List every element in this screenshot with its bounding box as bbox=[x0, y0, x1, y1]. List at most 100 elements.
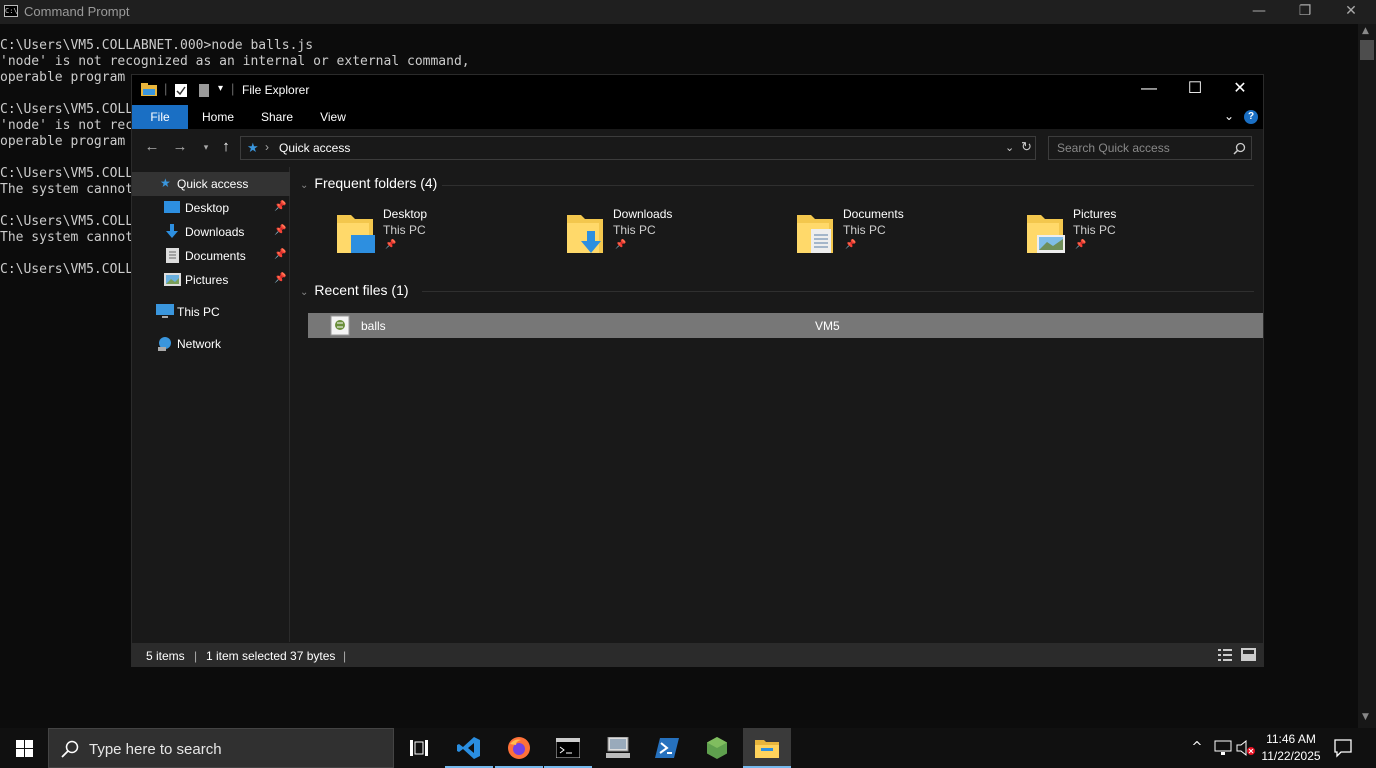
back-arrow-icon[interactable]: ← bbox=[142, 137, 162, 157]
terminal-icon bbox=[556, 738, 580, 758]
folder-name: Documents bbox=[843, 207, 904, 221]
tab-share[interactable]: Share bbox=[250, 105, 304, 129]
taskbar-app-vs-code[interactable] bbox=[445, 728, 493, 768]
computer-icon bbox=[156, 304, 174, 318]
folder-tile-downloads[interactable]: Downloads This PC 📌 bbox=[565, 207, 775, 259]
task-view-icon bbox=[410, 740, 428, 756]
recent-file-row-balls[interactable]: balls VM5 bbox=[308, 313, 1263, 338]
js-file-icon bbox=[330, 315, 350, 336]
cmd-minimize-button[interactable]: — bbox=[1236, 0, 1282, 24]
nav-item-label: Quick access bbox=[177, 177, 249, 191]
taskbar-app-powershell[interactable] bbox=[643, 728, 691, 768]
explorer-close-button[interactable]: ✕ bbox=[1217, 75, 1263, 105]
network-icon bbox=[158, 337, 171, 351]
recent-files-header[interactable]: ⌄ Recent files (1) bbox=[300, 282, 409, 298]
details-view-icon[interactable] bbox=[1218, 649, 1232, 661]
pin-icon: 📌 bbox=[845, 239, 857, 249]
download-arrow-icon bbox=[166, 224, 178, 238]
folder-tile-desktop[interactable]: Desktop This PC 📌 bbox=[335, 207, 545, 259]
forward-arrow-icon[interactable]: → bbox=[170, 137, 190, 157]
breadcrumb-quick-access[interactable]: Quick access bbox=[279, 141, 350, 155]
cmd-restore-button[interactable]: ❐ bbox=[1282, 0, 1328, 24]
properties-checkbox-icon[interactable] bbox=[174, 83, 188, 97]
folder-location: This PC bbox=[1073, 223, 1116, 237]
ribbon-tabs: File Home Share View ⌄ ? bbox=[132, 105, 1263, 129]
address-dropdown-chevron-icon[interactable]: ⌄ bbox=[1005, 141, 1014, 154]
explorer-search-box[interactable] bbox=[1048, 136, 1252, 160]
help-icon[interactable]: ? bbox=[1244, 110, 1258, 124]
tab-home[interactable]: Home bbox=[192, 105, 244, 129]
taskbar-app-terminal[interactable] bbox=[544, 728, 592, 768]
cmd-scrollbar[interactable]: ▲ ▼ bbox=[1358, 24, 1376, 728]
taskbar-search-input[interactable] bbox=[89, 739, 369, 759]
nav-item-downloads[interactable]: Downloads 📌 bbox=[132, 220, 290, 244]
taskbar-app-firefox[interactable] bbox=[495, 728, 543, 768]
navigation-pane: ★ Quick access Desktop 📌 Downloads 📌 Doc… bbox=[132, 167, 290, 642]
task-view-button[interactable] bbox=[395, 728, 443, 768]
scroll-down-arrow-icon[interactable]: ▼ bbox=[1362, 712, 1369, 722]
up-arrow-icon[interactable]: ↑ bbox=[216, 137, 236, 157]
explorer-window-title: File Explorer bbox=[242, 83, 310, 97]
recent-locations-chevron-icon[interactable]: ▾ bbox=[196, 137, 216, 157]
file-name: balls bbox=[361, 319, 386, 333]
cmd-close-button[interactable]: ✕ bbox=[1328, 0, 1374, 24]
scroll-up-arrow-icon[interactable]: ▲ bbox=[1362, 26, 1369, 36]
explorer-maximize-button[interactable]: ☐ bbox=[1172, 75, 1218, 105]
pin-icon: 📌 bbox=[274, 201, 287, 212]
selection-info: 1 item selected 37 bytes bbox=[206, 649, 336, 663]
explorer-titlebar[interactable]: | ▾ | File Explorer — ☐ ✕ bbox=[132, 75, 1263, 105]
folder-tile-pictures[interactable]: Pictures This PC 📌 bbox=[1025, 207, 1235, 259]
show-hidden-icons-chevron-icon[interactable]: ^ bbox=[1187, 738, 1207, 758]
expand-ribbon-chevron-icon[interactable]: ⌄ bbox=[1224, 109, 1234, 123]
taskbar-app-file-explorer[interactable] bbox=[743, 728, 791, 768]
pin-icon: 📌 bbox=[615, 239, 627, 249]
refresh-icon[interactable]: ↻ bbox=[1021, 139, 1032, 155]
cmd-app-icon: C:\ bbox=[4, 5, 18, 17]
nav-item-network[interactable]: Network bbox=[132, 332, 290, 356]
breadcrumb-separator[interactable]: › bbox=[265, 140, 269, 154]
pin-icon: 📌 bbox=[385, 239, 397, 249]
folder-name: Pictures bbox=[1073, 207, 1117, 221]
desktop-icon bbox=[164, 201, 180, 213]
status-separator: | bbox=[194, 649, 198, 663]
taskbar-search-box[interactable] bbox=[48, 728, 394, 768]
cmd-scroll-thumb[interactable] bbox=[1360, 40, 1374, 60]
status-bar: 5 items | 1 item selected 37 bytes | bbox=[132, 643, 1263, 667]
volume-muted-icon[interactable] bbox=[1236, 740, 1256, 760]
cmd-titlebar[interactable]: C:\ Command Prompt — ❐ ✕ bbox=[0, 0, 1376, 24]
vs-code-icon bbox=[457, 737, 480, 759]
customize-toolbar-chevron-icon[interactable]: ▾ bbox=[218, 83, 223, 94]
collapse-chevron-icon[interactable]: ⌄ bbox=[300, 287, 308, 298]
taskbar-app-remote-desktop[interactable] bbox=[594, 728, 642, 768]
nav-item-this-pc[interactable]: This PC bbox=[132, 300, 290, 324]
tab-file[interactable]: File bbox=[132, 105, 188, 129]
documents-icon bbox=[166, 248, 179, 263]
large-icons-view-icon[interactable] bbox=[1241, 648, 1256, 661]
nav-item-label: This PC bbox=[177, 305, 220, 319]
cmd-icon-text: C:\ bbox=[5, 7, 18, 15]
address-bar[interactable]: ★ › Quick access ⌄ ↻ bbox=[240, 136, 1036, 160]
folder-name: Desktop bbox=[383, 207, 428, 221]
collapse-chevron-icon[interactable]: ⌄ bbox=[300, 180, 308, 191]
action-center-icon[interactable] bbox=[1334, 739, 1354, 759]
folder-location: This PC bbox=[843, 223, 886, 237]
system-clock[interactable]: 11:46 AM 11/22/2025 bbox=[1256, 731, 1326, 765]
nav-item-quick-access[interactable]: ★ Quick access bbox=[132, 172, 290, 196]
explorer-search-input[interactable] bbox=[1057, 140, 1227, 156]
start-button[interactable] bbox=[0, 728, 48, 768]
clock-date: 11/22/2025 bbox=[1261, 749, 1321, 763]
windows-logo-icon bbox=[16, 740, 33, 757]
nav-item-documents[interactable]: Documents 📌 bbox=[132, 244, 290, 268]
taskbar-app-nodejs[interactable] bbox=[693, 728, 741, 768]
tab-view[interactable]: View bbox=[310, 105, 356, 129]
frequent-folders-header[interactable]: ⌄ Frequent folders (4) bbox=[300, 175, 437, 191]
nav-item-label: Documents bbox=[185, 249, 246, 263]
network-tray-icon[interactable] bbox=[1213, 740, 1233, 760]
nav-item-desktop[interactable]: Desktop 📌 bbox=[132, 196, 290, 220]
file-explorer-window[interactable]: | ▾ | File Explorer — ☐ ✕ File Home Shar… bbox=[131, 74, 1264, 667]
nav-item-pictures[interactable]: Pictures 📌 bbox=[132, 268, 290, 292]
cmd-window-title: Command Prompt bbox=[24, 4, 130, 19]
folder-tile-documents[interactable]: Documents This PC 📌 bbox=[795, 207, 1005, 259]
explorer-minimize-button[interactable]: — bbox=[1126, 75, 1172, 105]
new-folder-icon[interactable] bbox=[198, 83, 210, 97]
